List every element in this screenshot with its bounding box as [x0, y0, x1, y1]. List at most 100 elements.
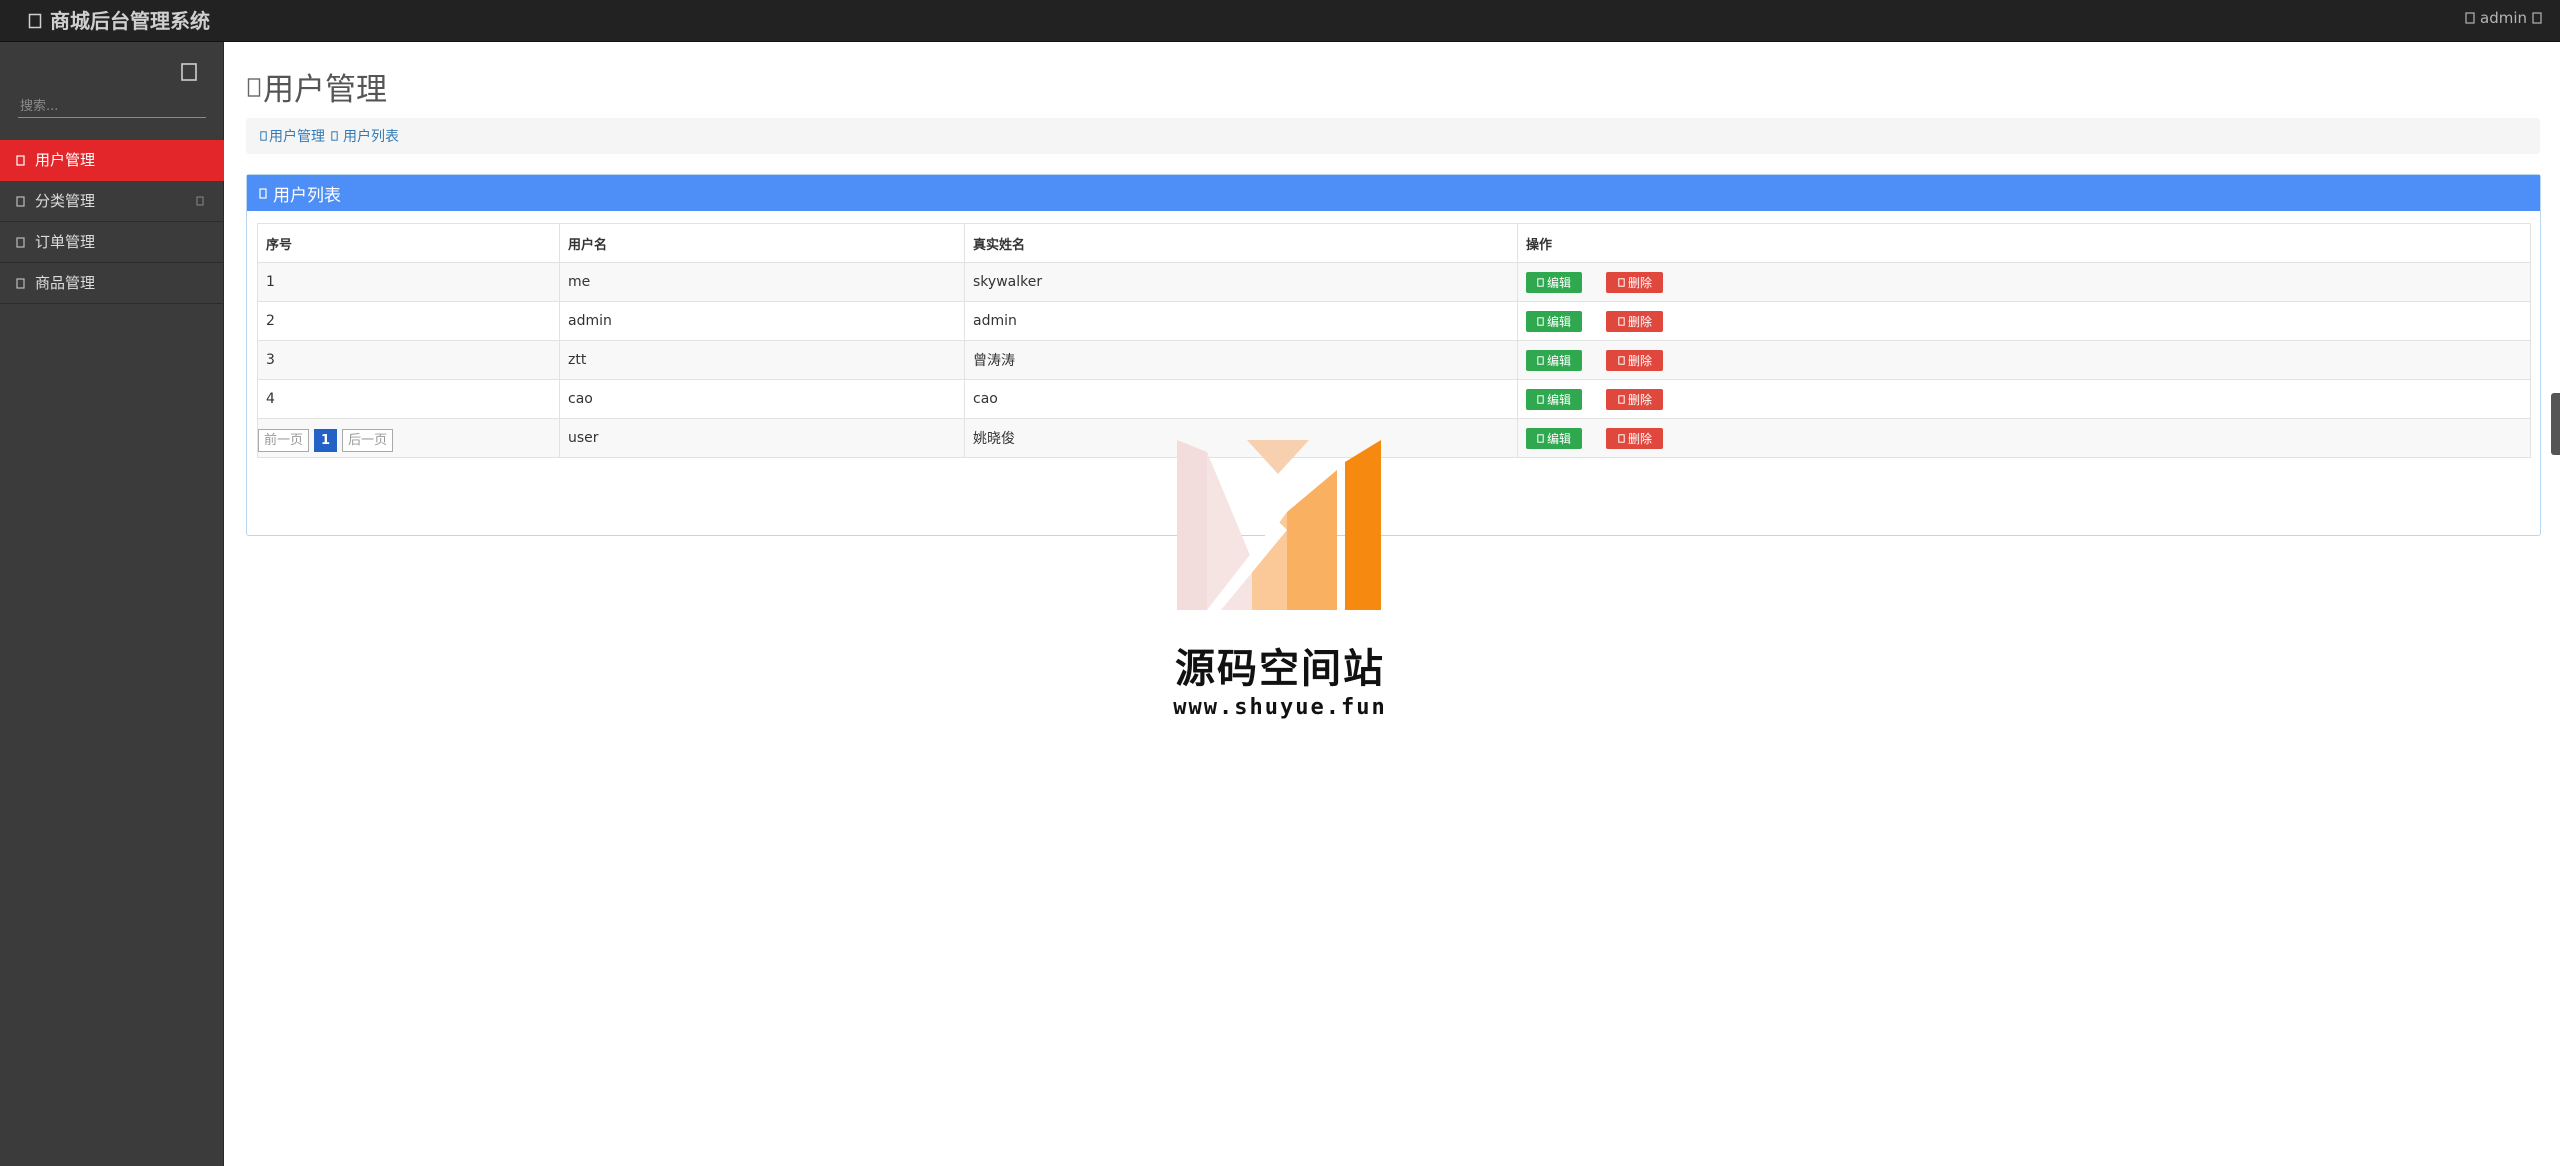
cell-id: 3 [257, 340, 560, 380]
breadcrumb-item-user-list[interactable]: 用户列表 [343, 126, 399, 146]
sidebar-item-orders[interactable]: 订单管理 [0, 222, 224, 263]
edit-icon [1537, 394, 1544, 404]
user-menu[interactable]: admin [2465, 8, 2542, 28]
page-title: 用户管理 [247, 64, 387, 109]
sidebar: 用户管理 分类管理 订单管理 商品管理 [0, 42, 224, 1166]
edit-button[interactable]: 编辑 [1526, 349, 1582, 371]
sidebar-menu: 用户管理 分类管理 订单管理 商品管理 [0, 140, 224, 304]
cell-realname: 曾涛涛 [964, 340, 1518, 380]
trash-icon [1618, 433, 1625, 443]
sidebar-item-categories[interactable]: 分类管理 [0, 181, 224, 222]
cell-realname: cao [964, 379, 1518, 419]
breadcrumb-label: 用户列表 [343, 129, 399, 145]
delete-button[interactable]: 删除 [1606, 271, 1664, 293]
table-header-row: 序号 用户名 真实姓名 操作 [257, 223, 2531, 263]
watermark-url: www.shuyue.fun [1173, 695, 1387, 720]
delete-label: 删除 [1627, 275, 1652, 290]
page-title-text: 用户管理 [263, 72, 387, 108]
products-icon [16, 277, 25, 289]
cell-actions: 编辑 删除 [1517, 340, 2531, 380]
user-icon [2465, 12, 2475, 24]
submenu-arrow-icon [196, 196, 204, 206]
delete-button[interactable]: 删除 [1606, 349, 1664, 371]
edit-button[interactable]: 编辑 [1526, 271, 1582, 293]
cell-realname: skywalker [964, 262, 1518, 302]
table-row: 3 ztt 曾涛涛 编辑 删除 [257, 340, 2531, 380]
pagination: 前一页 1 后一页 [258, 429, 394, 452]
cell-username: me [559, 262, 965, 302]
edit-label: 编辑 [1546, 314, 1571, 329]
cell-username: cao [559, 379, 965, 419]
edit-label: 编辑 [1546, 392, 1571, 407]
cell-id: 2 [257, 301, 560, 341]
trash-icon [1618, 394, 1625, 404]
delete-label: 删除 [1627, 431, 1652, 446]
column-header-actions: 操作 [1517, 223, 2531, 263]
table-row: 5 user 姚晓俊 编辑 删除 [257, 418, 2531, 458]
sidebar-item-label: 订单管理 [35, 233, 96, 251]
column-header-username: 用户名 [559, 223, 965, 263]
panel-heading: 用户列表 [247, 175, 2540, 211]
delete-button[interactable]: 删除 [1606, 427, 1664, 449]
scroll-handle[interactable] [2551, 393, 2560, 455]
sidebar-item-products[interactable]: 商品管理 [0, 263, 224, 304]
cell-actions: 编辑 删除 [1517, 379, 2531, 419]
orders-icon [16, 236, 25, 248]
panel-title: 用户列表 [273, 185, 341, 206]
watermark-logo [1177, 440, 1381, 610]
cell-username: user [559, 418, 965, 458]
edit-icon [1537, 433, 1544, 443]
list-icon [259, 187, 267, 199]
sidebar-item-label: 分类管理 [35, 192, 96, 210]
edit-icon [1537, 277, 1544, 287]
categories-icon [16, 195, 25, 207]
trash-icon [1618, 277, 1625, 287]
user-table: 序号 用户名 真实姓名 操作 1 me skywalker 编辑 删除 2 ad… [257, 223, 2531, 458]
sidebar-item-label: 商品管理 [35, 274, 96, 292]
user-name: admin [2480, 9, 2527, 27]
edit-icon [1537, 316, 1544, 326]
edit-label: 编辑 [1546, 353, 1571, 368]
user-list-panel: 用户列表 序号 用户名 真实姓名 操作 1 me skywalker 编辑 删除… [246, 174, 2541, 536]
main-content: 用户管理 用户管理 用户列表 用户列表 序号 用户名 真实姓名 操作 1 me … [224, 42, 2560, 1166]
delete-button[interactable]: 删除 [1606, 388, 1664, 410]
trash-icon [1618, 316, 1625, 326]
chevron-down-icon [2532, 12, 2542, 24]
table-row: 2 admin admin 编辑 删除 [257, 301, 2531, 341]
breadcrumb-item-users[interactable]: 用户管理 [260, 126, 325, 146]
brand-title: 商城后台管理系统 [50, 9, 210, 33]
prev-page-button[interactable]: 前一页 [258, 429, 310, 452]
next-page-button[interactable]: 后一页 [342, 429, 394, 452]
current-page[interactable]: 1 [314, 429, 338, 452]
page-title-icon [247, 77, 261, 97]
breadcrumb-separator-icon [331, 131, 338, 141]
trash-icon [1618, 355, 1625, 365]
edit-button[interactable]: 编辑 [1526, 388, 1582, 410]
cell-actions: 编辑 删除 [1517, 418, 2531, 458]
edit-button[interactable]: 编辑 [1526, 427, 1582, 449]
table-row: 4 cao cao 编辑 删除 [257, 379, 2531, 419]
cell-username: ztt [559, 340, 965, 380]
edit-label: 编辑 [1546, 275, 1571, 290]
watermark-name: 源码空间站 [1175, 646, 1385, 692]
breadcrumb: 用户管理 用户列表 [246, 118, 2540, 154]
brand[interactable]: 商城后台管理系统 [28, 6, 210, 36]
cell-actions: 编辑 删除 [1517, 301, 2531, 341]
cell-id: 4 [257, 379, 560, 419]
sidebar-item-users[interactable]: 用户管理 [0, 140, 224, 181]
home-icon [260, 131, 267, 141]
edit-icon [1537, 355, 1544, 365]
column-header-realname: 真实姓名 [964, 223, 1518, 263]
sidebar-search-input[interactable] [18, 96, 206, 118]
cell-actions: 编辑 删除 [1517, 262, 2531, 302]
cell-id: 1 [257, 262, 560, 302]
column-header-id: 序号 [257, 223, 560, 263]
delete-label: 删除 [1627, 314, 1652, 329]
table-row: 1 me skywalker 编辑 删除 [257, 262, 2531, 302]
edit-button[interactable]: 编辑 [1526, 310, 1582, 332]
cell-username: admin [559, 301, 965, 341]
breadcrumb-label: 用户管理 [269, 129, 325, 145]
sidebar-toggle-icon[interactable] [180, 62, 198, 82]
delete-button[interactable]: 删除 [1606, 310, 1664, 332]
users-icon [16, 154, 25, 166]
